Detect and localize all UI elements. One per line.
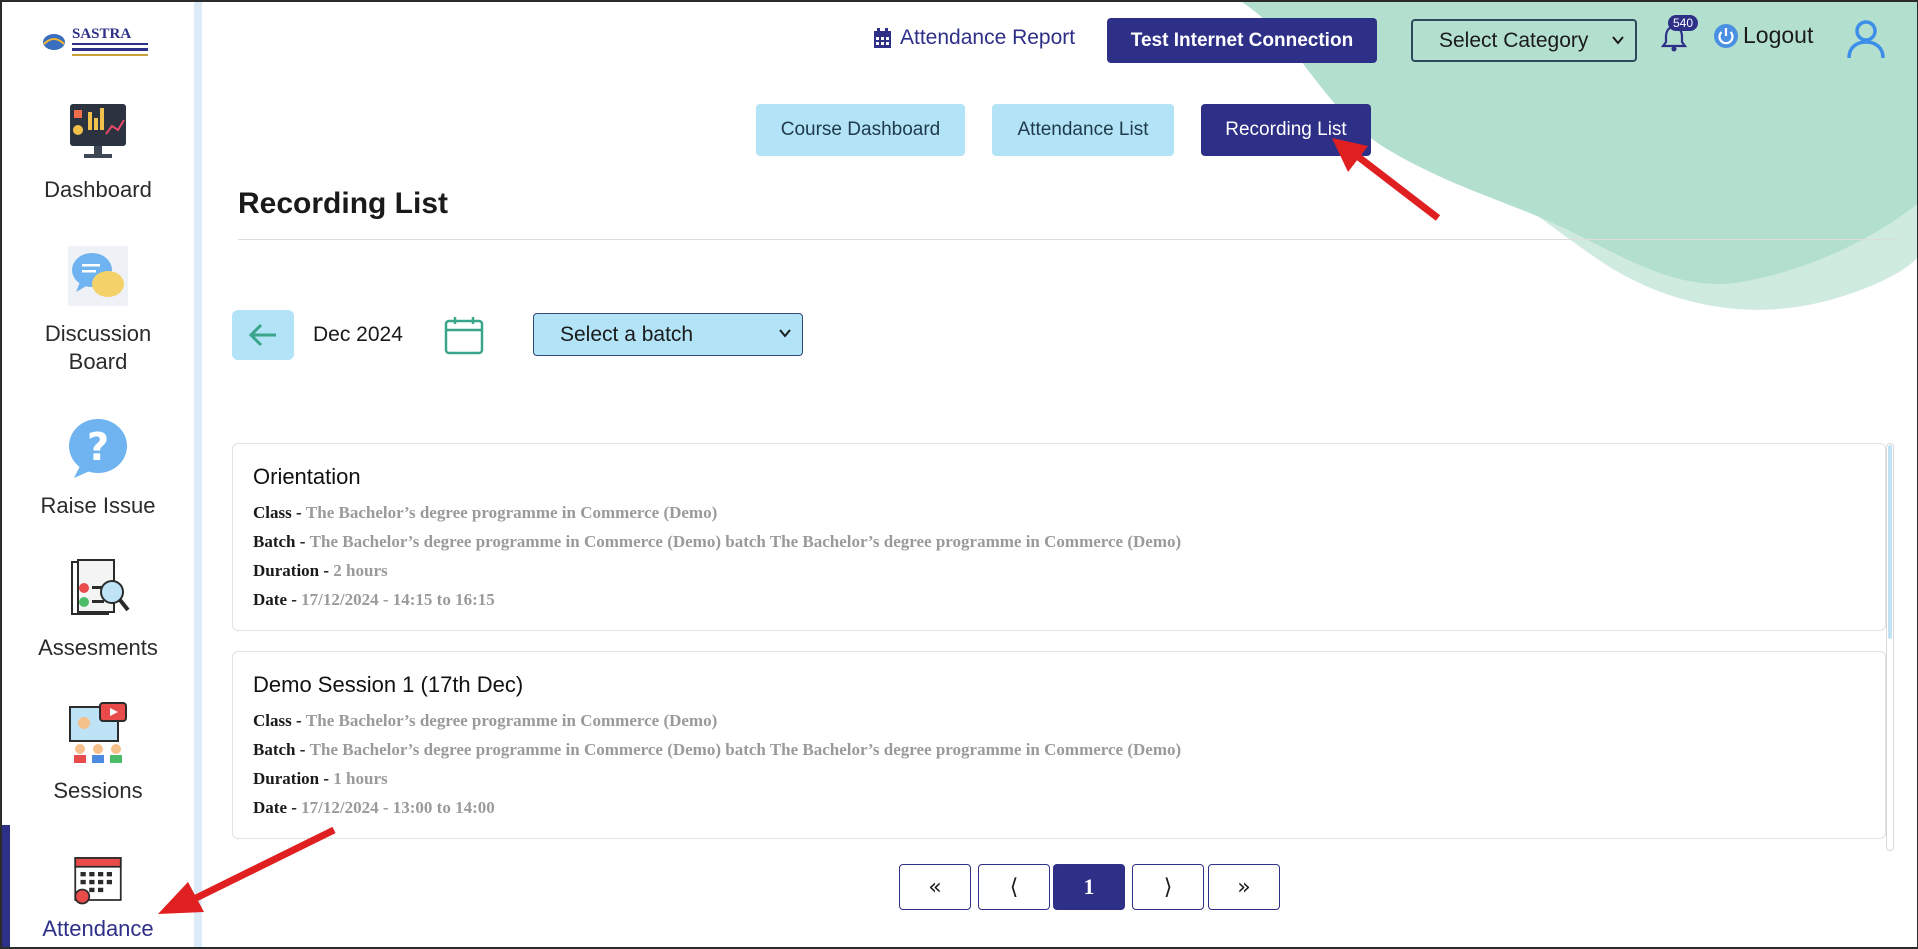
sidebar-item-label: Discussion Board xyxy=(44,321,152,374)
class-label: Class - xyxy=(253,503,302,522)
arrow-left-icon xyxy=(248,323,276,347)
category-select-value: Select Category xyxy=(1439,28,1589,52)
sidebar-item-label: Sessions xyxy=(53,778,143,803)
recording-card[interactable]: Demo Session 1 (17th Dec) Class - The Ba… xyxy=(232,651,1886,839)
recording-title: Demo Session 1 (17th Dec) xyxy=(253,672,524,697)
page-title: Recording List xyxy=(238,187,449,220)
recording-duration-row: Duration - 1 hours xyxy=(253,764,1865,793)
calendar-picker-icon[interactable] xyxy=(444,315,484,355)
logout-button[interactable]: Logout xyxy=(1713,22,1813,49)
svg-text:SASTRA: SASTRA xyxy=(72,26,131,42)
recording-list: Orientation Class - The Bachelor’s degre… xyxy=(232,443,1886,839)
recording-date-row: Date - 17/12/2024 - 14:15 to 16:15 xyxy=(253,585,1865,614)
app-root: SASTRA Dashboard Discussion Board ? Rais… xyxy=(0,0,1918,949)
title-divider xyxy=(238,239,1898,240)
notification-count-badge: 540 xyxy=(1668,15,1699,31)
attendance-icon xyxy=(74,857,122,905)
first-page-button[interactable]: « xyxy=(899,864,971,910)
class-value: The Bachelor’s degree programme in Comme… xyxy=(305,503,718,522)
sidebar-item-label: Attendance xyxy=(42,916,154,941)
sidebar-scrollbar[interactable] xyxy=(194,2,202,947)
sidebar-item-discussion-board[interactable]: Discussion Board xyxy=(2,244,194,376)
sidebar-item-label: Dashboard xyxy=(44,177,152,202)
question-icon: ? xyxy=(69,419,127,478)
duration-value: 2 hours xyxy=(333,561,388,580)
recording-card[interactable]: Orientation Class - The Bachelor’s degre… xyxy=(232,443,1886,631)
current-month: Dec 2024 xyxy=(313,323,403,346)
batch-select[interactable]: Select a batch xyxy=(533,313,803,356)
batch-select-value: Select a batch xyxy=(560,322,694,346)
sidebar-item-assessments[interactable]: Assesments xyxy=(2,558,194,662)
batch-value: The Bachelor’s degree programme in Comme… xyxy=(309,740,1182,759)
sidebar: SASTRA Dashboard Discussion Board ? Rais… xyxy=(2,2,202,947)
duration-label: Duration - xyxy=(253,769,330,788)
sidebar-item-sessions[interactable]: Sessions xyxy=(2,701,194,805)
duration-value: 1 hours xyxy=(333,769,388,788)
previous-page-button[interactable]: ⟨ xyxy=(978,864,1050,910)
tab-course-dashboard[interactable]: Course Dashboard xyxy=(756,104,965,156)
sidebar-item-label: Assesments xyxy=(38,635,158,660)
logout-label: Logout xyxy=(1743,22,1814,48)
discussion-icon xyxy=(68,246,128,306)
svg-text:?: ? xyxy=(87,425,109,469)
chevron-down-icon xyxy=(1612,36,1624,45)
dashboard-icon xyxy=(70,104,126,158)
date-label: Date - xyxy=(253,590,297,609)
date-value: 17/12/2024 - 14:15 to 16:15 xyxy=(301,590,495,609)
batch-label: Batch - xyxy=(253,532,306,551)
assessment-icon xyxy=(71,559,130,615)
chevron-down-icon xyxy=(779,329,791,338)
power-icon xyxy=(1714,23,1738,48)
previous-month-button[interactable] xyxy=(232,310,294,360)
page-1-button[interactable]: 1 xyxy=(1053,864,1125,910)
recording-class-row: Class - The Bachelor’s degree programme … xyxy=(253,498,1865,527)
tab-recording-list[interactable]: Recording List xyxy=(1201,104,1371,156)
attendance-report-link[interactable]: Attendance Report xyxy=(873,26,1075,50)
sidebar-item-label: Raise Issue xyxy=(40,493,156,518)
class-value: The Bachelor’s degree programme in Comme… xyxy=(305,711,718,730)
sidebar-item-raise-issue[interactable]: ? Raise Issue xyxy=(2,416,194,520)
date-value: 17/12/2024 - 13:00 to 14:00 xyxy=(301,798,495,817)
recording-date-row: Date - 17/12/2024 - 13:00 to 14:00 xyxy=(253,793,1865,822)
recording-title: Orientation xyxy=(253,464,361,489)
date-label: Date - xyxy=(253,798,297,817)
sidebar-item-attendance[interactable]: Attendance xyxy=(2,825,194,947)
recording-batch-row: Batch - The Bachelor’s degree programme … xyxy=(253,527,1865,556)
category-select[interactable]: Select Category xyxy=(1411,19,1637,62)
list-scrollbar-thumb[interactable] xyxy=(1888,445,1892,639)
recording-class-row: Class - The Bachelor’s degree programme … xyxy=(253,706,1865,735)
calendar-icon xyxy=(874,27,891,48)
batch-value: The Bachelor’s degree programme in Comme… xyxy=(309,532,1182,551)
duration-label: Duration - xyxy=(253,561,330,580)
class-label: Class - xyxy=(253,711,302,730)
next-page-button[interactable]: ⟩ xyxy=(1132,864,1204,910)
recording-duration-row: Duration - 2 hours xyxy=(253,556,1865,585)
sessions-icon xyxy=(69,702,127,763)
tab-attendance-list[interactable]: Attendance List xyxy=(992,104,1174,156)
sidebar-item-dashboard[interactable]: Dashboard xyxy=(2,100,194,204)
test-internet-connection-button[interactable]: Test Internet Connection xyxy=(1107,18,1377,63)
last-page-button[interactable]: » xyxy=(1208,864,1280,910)
user-profile-icon[interactable] xyxy=(1846,19,1886,59)
attendance-report-label: Attendance Report xyxy=(900,26,1076,49)
sastra-logo: SASTRA xyxy=(43,26,148,56)
batch-label: Batch - xyxy=(253,740,306,759)
recording-batch-row: Batch - The Bachelor’s degree programme … xyxy=(253,735,1865,764)
list-scrollbar[interactable] xyxy=(1886,443,1894,851)
